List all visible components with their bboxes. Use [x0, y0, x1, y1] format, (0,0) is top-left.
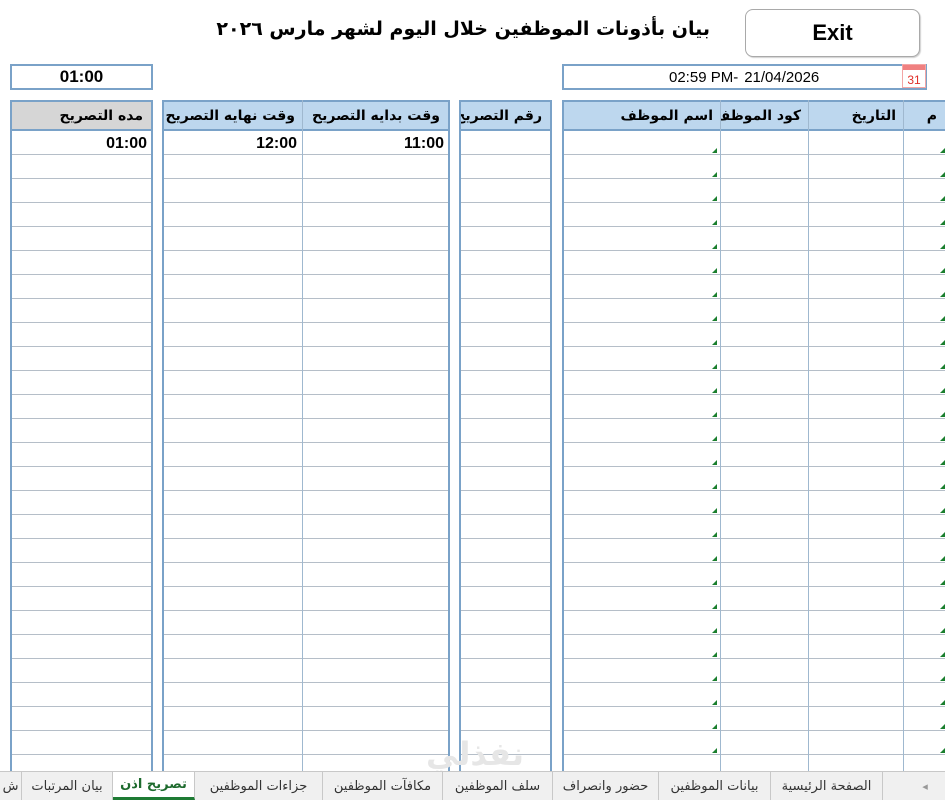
- header-date: التاريخ: [809, 100, 904, 131]
- validation-marker: [940, 508, 945, 513]
- current-datetime-box: 02:59 PM- 21/04/2026: [562, 64, 927, 90]
- validation-marker: [712, 220, 717, 225]
- validation-marker: [712, 436, 717, 441]
- validation-marker: [712, 484, 717, 489]
- validation-marker: [940, 700, 945, 705]
- validation-marker: [940, 532, 945, 537]
- calendar-icon[interactable]: 31: [902, 64, 926, 88]
- current-date: 21/04/2026: [744, 68, 820, 86]
- validation-marker: [712, 364, 717, 369]
- watermark-logo: نفذلي: [426, 735, 524, 773]
- validation-marker: [712, 628, 717, 633]
- exit-button[interactable]: Exit: [745, 9, 920, 57]
- validation-marker: [940, 364, 945, 369]
- cell-start-time-1[interactable]: 11:00: [404, 135, 444, 153]
- tab-permits[interactable]: تصريح اذن: [113, 772, 195, 800]
- validation-marker: [712, 172, 717, 177]
- header-serial: م: [904, 100, 945, 131]
- validation-marker: [712, 556, 717, 561]
- validation-marker: [712, 604, 717, 609]
- validation-marker: [940, 388, 945, 393]
- validation-marker: [712, 412, 717, 417]
- validation-marker: [940, 148, 945, 153]
- header-permit-number: رقم التصريح: [461, 100, 550, 131]
- validation-marker: [940, 580, 945, 585]
- employee-column-group: اسم الموظف كود الموظف التاريخ م: [562, 100, 945, 771]
- validation-marker: [940, 412, 945, 417]
- divider-name-code: [720, 100, 721, 771]
- validation-marker: [712, 532, 717, 537]
- tab-employee-bonuses[interactable]: مكافآت الموظفين: [323, 772, 443, 800]
- permit-number-cells: [461, 131, 550, 771]
- header-start-time: وقت بدايه التصريح: [303, 100, 448, 131]
- validation-marker: [940, 652, 945, 657]
- tab-attendance[interactable]: حضور وانصراف: [553, 772, 659, 800]
- validation-marker: [940, 748, 945, 753]
- employee-cells: [564, 131, 945, 771]
- validation-marker: [940, 676, 945, 681]
- validation-marker: [712, 724, 717, 729]
- validation-marker: [712, 460, 717, 465]
- times-column-group: وقت نهايه التصريح وقت بدايه التصريح 12:0…: [162, 100, 450, 771]
- validation-marker: [940, 484, 945, 489]
- validation-marker: [712, 652, 717, 657]
- validation-marker: [712, 508, 717, 513]
- validation-marker: [712, 340, 717, 345]
- tab-employee-penalties[interactable]: جزاءات الموظفين: [195, 772, 323, 800]
- validation-marker: [712, 316, 717, 321]
- validation-marker: [712, 676, 717, 681]
- tab-home[interactable]: الصفحة الرئيسية: [771, 772, 883, 800]
- permit-number-column-group: رقم التصريح: [459, 100, 552, 771]
- header-employee-name: اسم الموظف: [564, 100, 721, 131]
- validation-marker: [712, 196, 717, 201]
- validation-marker: [940, 436, 945, 441]
- current-time: 02:59 PM-: [669, 68, 739, 86]
- divider-date-serial: [903, 100, 904, 771]
- validation-marker: [712, 148, 717, 153]
- sheet-tabs-bar: الصفحة الرئيسية بيانات الموظفين حضور وان…: [0, 771, 945, 800]
- validation-marker: [712, 388, 717, 393]
- report-title: بيان بأذونات الموظفين خلال اليوم لشهر ما…: [216, 18, 710, 40]
- duration-cells: [12, 131, 151, 771]
- validation-marker: [940, 220, 945, 225]
- tab-employee-advances[interactable]: سلف الموظفين: [443, 772, 553, 800]
- validation-marker: [940, 604, 945, 609]
- total-duration-box: 01:00: [10, 64, 153, 90]
- validation-marker: [712, 292, 717, 297]
- cell-end-time-1[interactable]: 12:00: [256, 135, 297, 153]
- times-divider: [302, 100, 303, 771]
- validation-marker: [940, 316, 945, 321]
- tab-employee-data[interactable]: بيانات الموظفين: [659, 772, 771, 800]
- validation-marker: [940, 244, 945, 249]
- tab-salaries[interactable]: بيان المرتبات: [22, 772, 113, 800]
- validation-marker: [940, 292, 945, 297]
- cell-duration-1[interactable]: 01:00: [106, 135, 147, 153]
- validation-marker: [940, 628, 945, 633]
- validation-marker: [712, 268, 717, 273]
- validation-marker: [940, 172, 945, 177]
- times-cells: [164, 131, 448, 771]
- validation-marker: [940, 556, 945, 561]
- validation-marker: [712, 580, 717, 585]
- validation-marker: [940, 460, 945, 465]
- validation-marker: [712, 244, 717, 249]
- duration-column-group: مده التصريح 01:00: [10, 100, 153, 771]
- tab-truncated[interactable]: ش: [0, 772, 22, 800]
- validation-marker: [940, 268, 945, 273]
- divider-code-date: [808, 100, 809, 771]
- header-end-time: وقت نهايه التصريح: [164, 100, 303, 131]
- header-duration: مده التصريح: [12, 100, 151, 131]
- validation-marker: [940, 724, 945, 729]
- validation-marker: [940, 340, 945, 345]
- validation-marker: [712, 748, 717, 753]
- header-employee-code: كود الموظف: [721, 100, 809, 131]
- validation-marker: [940, 196, 945, 201]
- validation-marker: [712, 700, 717, 705]
- tab-scroll-icon[interactable]: ◂: [905, 772, 945, 800]
